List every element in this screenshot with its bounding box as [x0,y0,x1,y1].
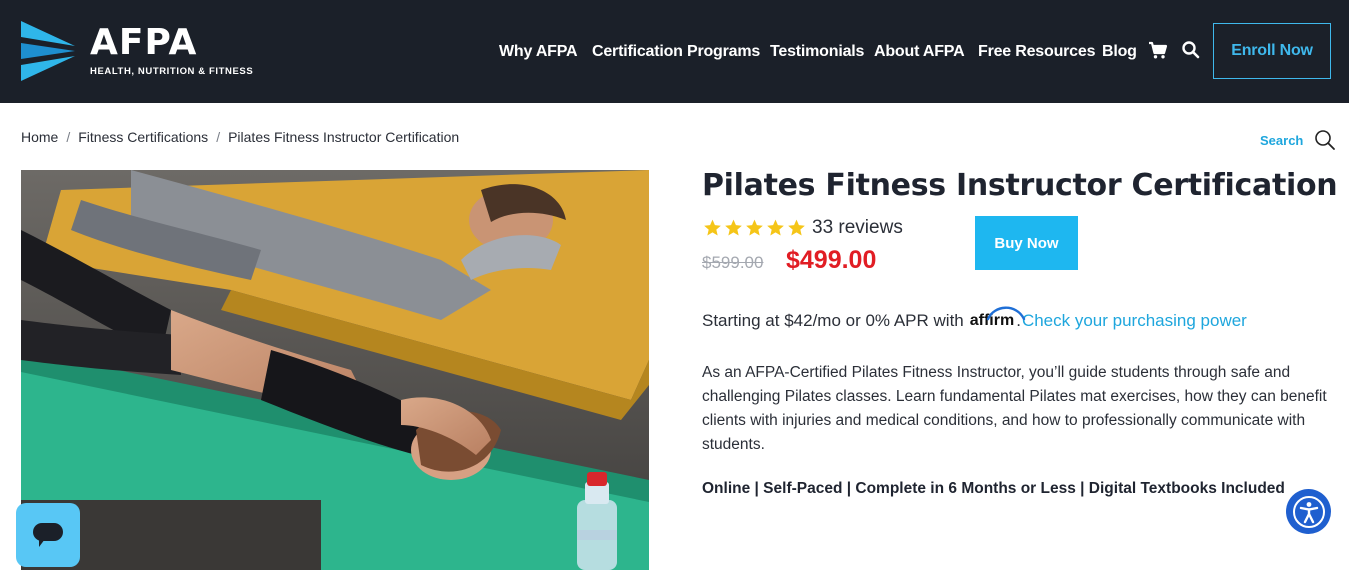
afpa-logo[interactable]: AFPA HEALTH, NUTRITION & FITNESS [21,21,271,83]
star-icon [788,219,805,236]
nav-testimonials[interactable]: Testimonials [770,40,864,64]
search-icon[interactable] [1181,40,1203,62]
product-title: Pilates Fitness Instructor Certification [702,168,1338,203]
breadcrumb: Home / Fitness Certifications / Pilates … [21,128,459,146]
affirm-arc-icon [986,306,1025,321]
rating-stars[interactable] [702,217,807,239]
original-price: $599.00 [702,253,764,272]
search-label: Search [1260,132,1304,148]
nav-certification-programs[interactable]: Certification Programs [592,40,760,64]
buy-now-button[interactable]: Buy Now [975,216,1078,270]
financing-text: Starting at $42/mo or 0% APR with [702,311,964,330]
financing-line: Starting at $42/mo or 0% APR with affirm… [702,303,1247,331]
breadcrumb-home[interactable]: Home [21,129,58,145]
nav-why-afpa[interactable]: Why AFPA [499,40,578,64]
product-image [21,170,649,570]
logo-wordmark: AFPA [90,22,198,63]
product-description: As an AFPA-Certified Pilates Fitness Ins… [702,364,1327,453]
site-header: AFPA HEALTH, NUTRITION & FITNESS Why AFP… [0,0,1349,103]
cart-icon[interactable] [1148,40,1170,62]
enroll-now-button[interactable]: Enroll Now [1213,23,1331,79]
magnifier-icon [1315,130,1336,150]
accessibility-icon[interactable] [1286,489,1331,534]
star-icon [725,219,742,236]
product-features: Online | Self-Paced | Complete in 6 Mont… [702,480,1285,497]
search-toggle[interactable]: Search [1260,128,1337,152]
star-icon [767,219,784,236]
logo-tagline: HEALTH, NUTRITION & FITNESS [90,66,254,77]
star-icon [746,219,763,236]
logo-chevron-icon [21,21,75,81]
star-icon [704,219,721,236]
chat-icon[interactable] [16,503,80,567]
breadcrumb-current: Pilates Fitness Instructor Certification [228,129,460,145]
purchasing-power-link[interactable]: Check your purchasing power [1022,311,1247,331]
breadcrumb-separator: / [66,129,71,145]
nav-blog[interactable]: Blog [1102,40,1137,64]
breadcrumb-separator: / [216,129,221,145]
affirm-logo: affirm [970,306,1025,331]
breadcrumb-fitness-certifications[interactable]: Fitness Certifications [78,129,208,145]
nav-about-afpa[interactable]: About AFPA [874,40,965,64]
reviews-link[interactable]: 33 reviews [812,217,903,239]
nav-free-resources[interactable]: Free Resources [978,40,1095,64]
sale-price: $499.00 [786,246,877,274]
